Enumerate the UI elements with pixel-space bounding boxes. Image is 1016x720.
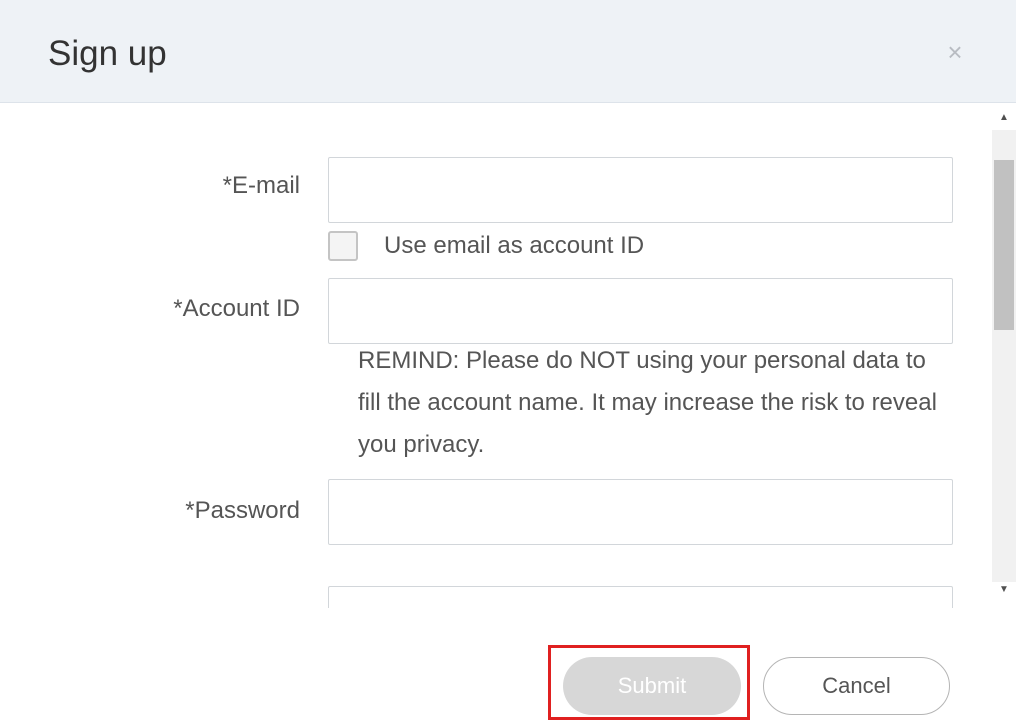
- email-field[interactable]: [328, 157, 953, 223]
- dialog-title: Sign up: [48, 34, 167, 73]
- close-icon[interactable]: ×: [942, 34, 968, 70]
- password-field[interactable]: [328, 479, 953, 545]
- form-body: *E-mail Use email as account ID *Account…: [0, 104, 1016, 608]
- scroll-thumb[interactable]: [994, 160, 1014, 330]
- signup-dialog: Sign up × *E-mail Use email as account I…: [0, 0, 1016, 720]
- dialog-header: Sign up ×: [0, 0, 1016, 103]
- form-scrollbar[interactable]: ▲ ▼: [992, 104, 1016, 608]
- password-label: *Password: [185, 497, 300, 524]
- scroll-up-arrow-icon[interactable]: ▲: [992, 106, 1016, 130]
- use-email-checkbox-label[interactable]: Use email as account ID: [384, 232, 644, 260]
- account-id-field[interactable]: [328, 278, 953, 344]
- submit-button[interactable]: Submit: [563, 657, 741, 715]
- scroll-track[interactable]: [992, 130, 1016, 582]
- remind-text: REMIND: Please do NOT using your persona…: [358, 347, 937, 458]
- use-email-checkbox[interactable]: [328, 231, 358, 261]
- confirm-password-field[interactable]: [328, 586, 953, 608]
- account-id-label: *Account ID: [173, 295, 300, 322]
- cancel-button[interactable]: Cancel: [763, 657, 950, 715]
- use-email-option: Use email as account ID: [328, 228, 644, 264]
- scroll-down-arrow-icon[interactable]: ▼: [992, 578, 1016, 602]
- email-label: *E-mail: [222, 172, 300, 199]
